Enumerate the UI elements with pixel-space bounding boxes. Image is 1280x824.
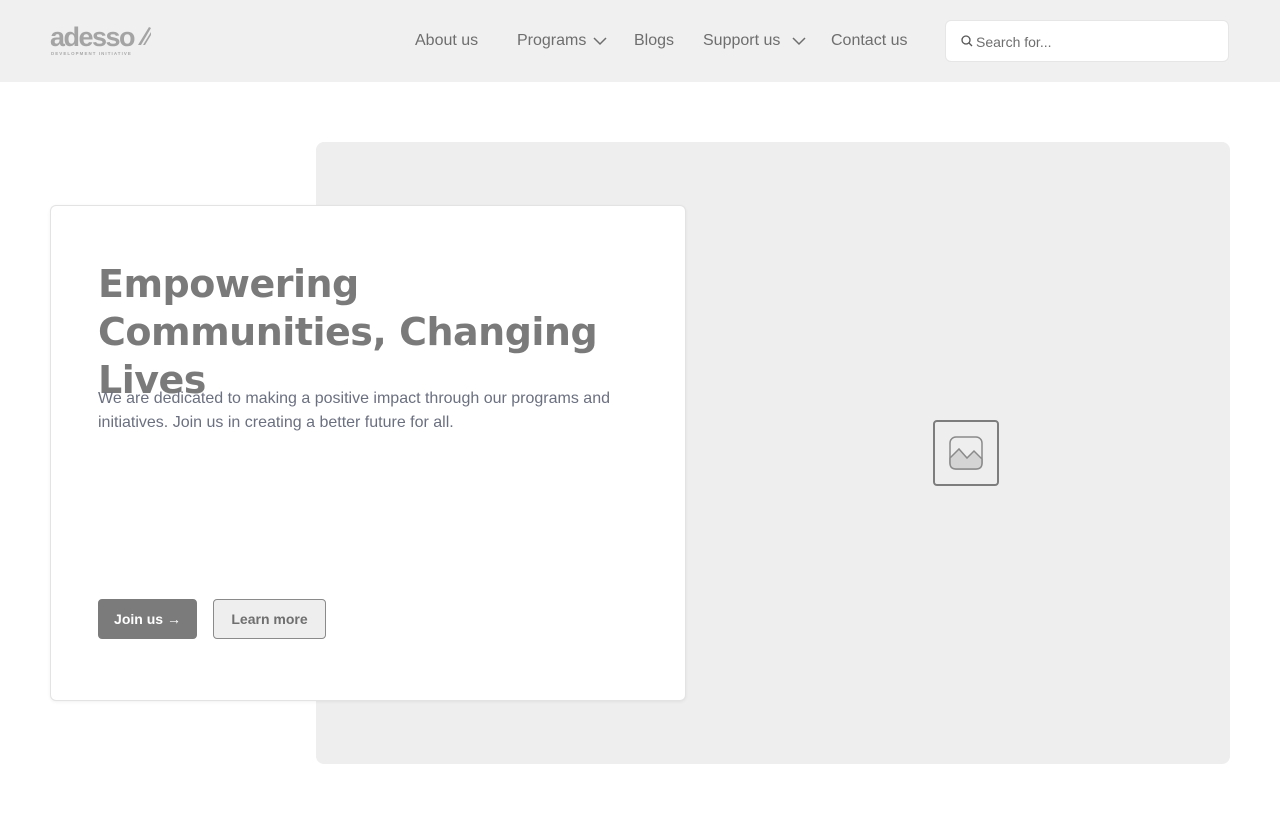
nav-support-us[interactable]: Support us	[703, 31, 807, 53]
nav-contact-us[interactable]: Contact us	[831, 31, 907, 53]
site-header: adesso DEVELOPMENT INITIATIVE About us P…	[0, 0, 1280, 82]
chevron-down-icon	[792, 37, 806, 46]
search-box[interactable]	[945, 20, 1229, 62]
image-placeholder-icon	[949, 436, 983, 470]
logo-wordmark: adesso	[50, 22, 136, 52]
image-placeholder	[933, 420, 999, 486]
nav-programs[interactable]: Programs	[517, 31, 609, 53]
logo[interactable]: adesso DEVELOPMENT INITIATIVE	[50, 22, 154, 58]
search-input[interactable]	[976, 31, 1216, 53]
hero-card: Empowering Communities, Changing Lives W…	[50, 205, 686, 701]
search-icon	[961, 35, 973, 47]
hero-description: We are dedicated to making a positive im…	[98, 390, 610, 431]
logo-tagline: DEVELOPMENT INITIATIVE	[51, 51, 132, 56]
hero-title: Empowering Communities, Changing Lives	[98, 262, 598, 402]
logo-slash-icon	[138, 27, 151, 45]
nav-about-us[interactable]: About us	[415, 31, 478, 53]
nav-support-label: Support us	[703, 32, 781, 49]
nav-programs-label: Programs	[517, 32, 587, 49]
chevron-down-icon	[593, 37, 607, 46]
join-us-button[interactable]: Join us →	[98, 599, 197, 639]
learn-more-button[interactable]: Learn more	[213, 599, 326, 639]
nav-blogs[interactable]: Blogs	[634, 31, 674, 53]
